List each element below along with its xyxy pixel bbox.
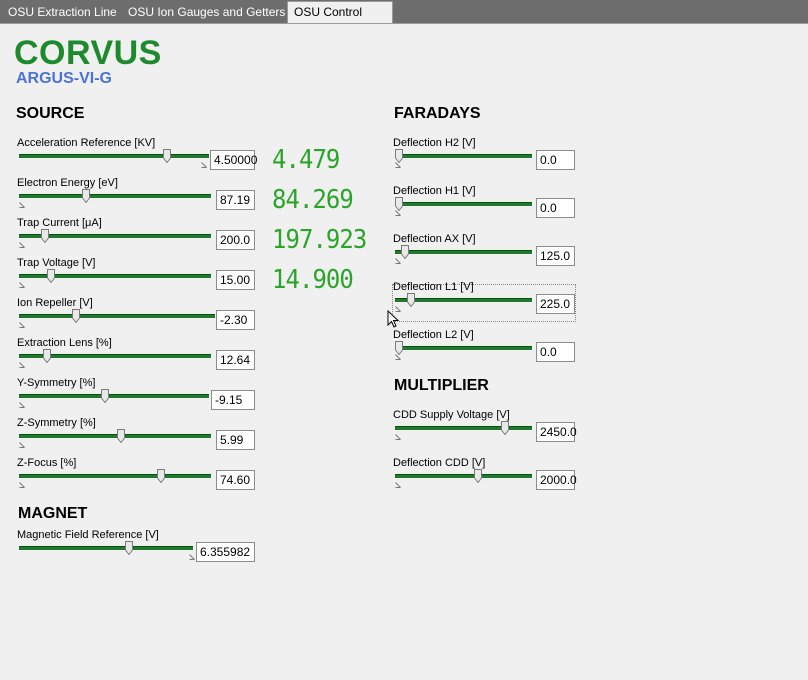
faradays-control-3-slider-track[interactable]: [395, 298, 532, 302]
slider-tick-icon: [395, 258, 401, 264]
slider-tick-icon: [395, 434, 401, 440]
source-control-2-label: Trap Current [μA]: [17, 217, 102, 229]
faradays-control-0-value-input[interactable]: 0.0: [536, 150, 575, 170]
faradays-control-0-slider-track[interactable]: [395, 154, 532, 158]
source-control-7-slider-track[interactable]: [19, 434, 211, 438]
multiplier-control-0-value-input[interactable]: 2450.0: [536, 422, 577, 442]
faradays-control-1-label: Deflection H1 [V]: [393, 185, 476, 197]
page-title: CORVUS: [14, 34, 162, 72]
source-control-5-value-input[interactable]: 12.64: [216, 350, 255, 370]
source-control-6-value-input[interactable]: -9.15: [211, 390, 255, 410]
source-control-4-label: Ion Repeller [V]: [17, 297, 93, 309]
source-control-5-label: Extraction Lens [%]: [17, 337, 112, 349]
slider-thumb-icon[interactable]: [395, 149, 403, 163]
slider-thumb-icon[interactable]: [162, 149, 171, 163]
slider-tick-icon: [201, 162, 207, 168]
slider-tick-icon: [395, 210, 401, 216]
tab-osu-control-panel[interactable]: OSU Control Panel: [287, 1, 393, 40]
faradays-control-4-slider-track[interactable]: [395, 346, 532, 350]
magnet-section-title: MAGNET: [18, 505, 88, 522]
source-control-3-label: Trap Voltage [V]: [17, 257, 96, 269]
slider-thumb-icon[interactable]: [71, 309, 80, 323]
source-control-7-label: Z-Symmetry [%]: [17, 417, 96, 429]
faradays-control-3-value-input[interactable]: 225.0: [536, 294, 575, 314]
source-control-1-value-input[interactable]: 87.19: [216, 190, 255, 210]
slider-tick-icon: [395, 162, 401, 168]
tab-osu-extraction-line[interactable]: OSU Extraction Line: [2, 3, 123, 23]
source-control-6-slider-track[interactable]: [19, 394, 209, 398]
slider-tick-icon: [19, 282, 25, 288]
control-panel: CORVUS ARGUS-VI-G SOURCE MAGNET FARADAYS…: [0, 23, 808, 680]
readout-electron-energy: 84.269: [272, 185, 354, 215]
tab-bar: OSU Extraction Line OSU Ion Gauges and G…: [0, 0, 808, 40]
source-control-6-label: Y-Symmetry [%]: [17, 377, 96, 389]
slider-thumb-icon[interactable]: [100, 389, 109, 403]
slider-thumb-icon[interactable]: [81, 189, 90, 203]
source-control-0-value-input[interactable]: 4.50000: [210, 150, 257, 170]
faradays-section-title: FARADAYS: [394, 105, 481, 122]
magnet-control-0-slider-track[interactable]: [19, 546, 193, 550]
multiplier-control-1-value-input[interactable]: 2000.0: [536, 470, 577, 490]
magnet-control-0-label: Magnetic Field Reference [V]: [17, 529, 159, 541]
slider-thumb-icon[interactable]: [395, 197, 403, 211]
magnet-control-0-value-input[interactable]: 6.355982: [196, 542, 255, 562]
slider-thumb-icon[interactable]: [42, 349, 51, 363]
readout-trap-voltage: 14.900: [272, 265, 354, 295]
source-section-title: SOURCE: [16, 105, 85, 122]
source-control-3-value-input[interactable]: 15.00: [216, 270, 255, 290]
slider-thumb-icon[interactable]: [401, 245, 410, 259]
slider-thumb-icon[interactable]: [116, 429, 125, 443]
source-control-8-label: Z-Focus [%]: [17, 457, 77, 469]
faradays-control-4-value-input[interactable]: 0.0: [536, 342, 575, 362]
faradays-control-2-value-input[interactable]: 125.0: [536, 246, 575, 266]
slider-thumb-icon[interactable]: [41, 229, 50, 243]
slider-tick-icon: [19, 362, 25, 368]
slider-tick-icon: [19, 402, 25, 408]
slider-thumb-icon[interactable]: [473, 469, 482, 483]
slider-thumb-icon[interactable]: [500, 421, 509, 435]
source-control-8-slider-track[interactable]: [19, 474, 211, 478]
slider-tick-icon: [395, 354, 401, 360]
slider-tick-icon: [19, 442, 25, 448]
faradays-control-1-value-input[interactable]: 0.0: [536, 198, 575, 218]
source-control-4-slider-track[interactable]: [19, 314, 215, 318]
slider-thumb-icon[interactable]: [395, 341, 403, 355]
faradays-control-2-slider-track[interactable]: [395, 250, 532, 254]
multiplier-control-0-label: CDD Supply Voltage [V]: [393, 409, 510, 421]
slider-thumb-icon[interactable]: [125, 541, 134, 555]
faradays-control-1-slider-track[interactable]: [395, 202, 532, 206]
multiplier-section-title: MULTIPLIER: [394, 377, 489, 394]
multiplier-control-1-label: Deflection CDD [V]: [393, 457, 486, 469]
slider-thumb-icon[interactable]: [406, 293, 415, 307]
slider-thumb-icon[interactable]: [157, 469, 165, 483]
slider-tick-icon: [189, 554, 195, 560]
faradays-control-2-label: Deflection AX [V]: [393, 233, 476, 245]
slider-thumb-icon[interactable]: [46, 269, 55, 283]
page-subtitle: ARGUS-VI-G: [16, 70, 112, 87]
faradays-control-4-label: Deflection L2 [V]: [393, 329, 474, 341]
multiplier-control-1-slider-track[interactable]: [395, 474, 532, 478]
source-control-0-slider-track[interactable]: [19, 154, 209, 158]
multiplier-control-0-slider-track[interactable]: [395, 426, 532, 430]
source-control-4-value-input[interactable]: -2.30: [216, 310, 255, 330]
source-control-1-slider-track[interactable]: [19, 194, 211, 198]
slider-tick-icon: [19, 242, 25, 248]
faradays-control-0-label: Deflection H2 [V]: [393, 137, 476, 149]
slider-tick-icon: [19, 322, 25, 328]
readout-trap-current: 197.923: [272, 225, 367, 255]
faradays-control-3-label: Deflection L1 [V]: [393, 281, 474, 293]
tab-osu-ion-gauges[interactable]: OSU Ion Gauges and Getters: [122, 3, 291, 23]
source-control-0-label: Acceleration Reference [KV]: [17, 137, 156, 149]
slider-tick-icon: [19, 202, 25, 208]
mouse-cursor-icon: [387, 310, 400, 328]
source-control-1-label: Electron Energy [eV]: [17, 177, 118, 189]
source-control-2-value-input[interactable]: 200.0: [216, 230, 255, 250]
source-control-7-value-input[interactable]: 5.99: [216, 430, 255, 450]
slider-tick-icon: [19, 482, 25, 488]
source-control-8-value-input[interactable]: 74.60: [216, 470, 255, 490]
slider-tick-icon: [395, 482, 401, 488]
readout-acceleration: 4.479: [272, 145, 340, 175]
